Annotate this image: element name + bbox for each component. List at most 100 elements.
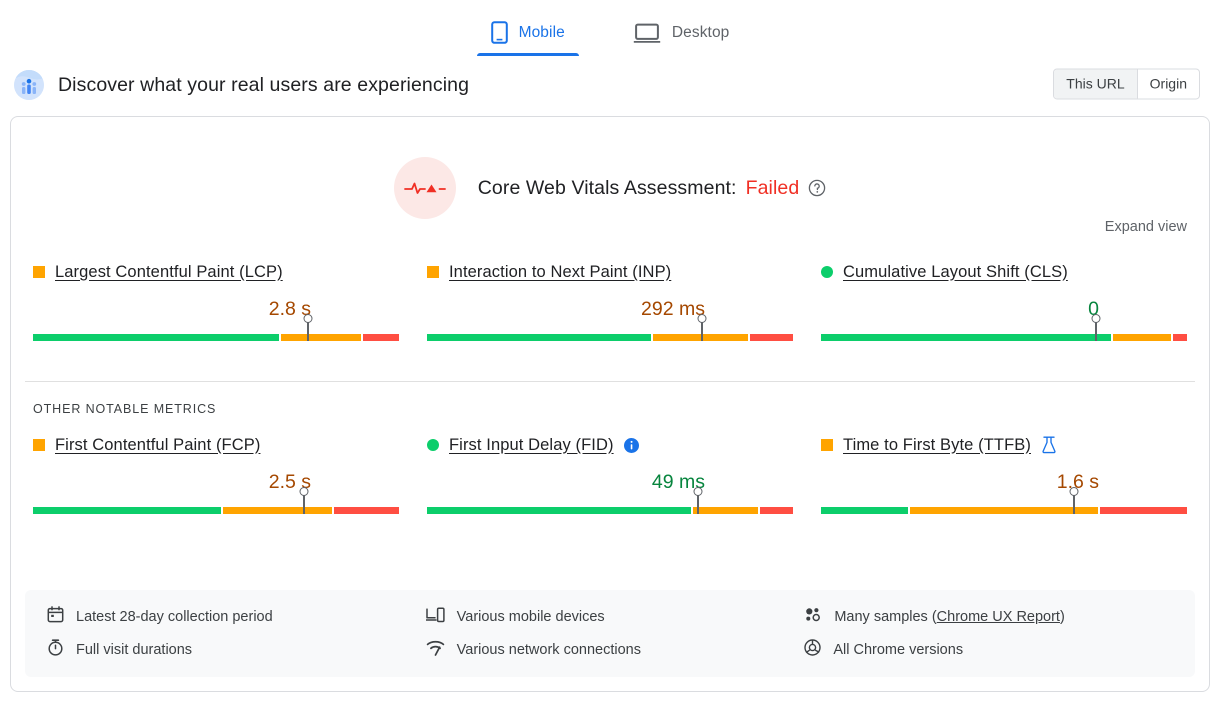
calendar-icon: [47, 606, 64, 627]
bar-segment: [1100, 507, 1187, 514]
metric-distribution-bar: [33, 329, 399, 347]
phone-icon: [491, 21, 508, 44]
discover-header: Discover what your real users are experi…: [0, 56, 1220, 112]
bar-segment: [33, 334, 279, 341]
metric-value: 2.8 s: [33, 298, 399, 321]
metric-fid: First Input Delay (FID) 49 ms: [419, 434, 801, 520]
page-title: Discover what your real users are experi…: [58, 74, 469, 97]
status-badge: Failed: [746, 177, 800, 200]
metric-name-link[interactable]: Largest Contentful Paint (LCP): [55, 263, 283, 282]
needs-improvement-square-icon: [33, 439, 45, 451]
footer-item-label: Many samples (Chrome UX Report): [834, 609, 1064, 625]
chrome-icon: [804, 639, 821, 660]
metric-value: 0: [821, 298, 1187, 321]
pulse-warning-icon: [394, 157, 456, 219]
collection-info-footer: Latest 28-day collection period Various m…: [25, 590, 1195, 677]
metric-lcp: Largest Contentful Paint (LCP) 2.8 s: [25, 261, 407, 347]
metric-value: 292 ms: [427, 298, 793, 321]
tab-mobile[interactable]: Mobile: [477, 21, 579, 56]
scope-origin-button[interactable]: Origin: [1137, 69, 1199, 98]
value-marker-pin: [701, 320, 703, 341]
value-marker-pin: [307, 320, 309, 341]
metric-distribution-bar: [427, 502, 793, 520]
people-icon: [804, 607, 822, 626]
metric-distribution-bar: [821, 329, 1187, 347]
metric-distribution-bar: [33, 502, 399, 520]
bar-segment: [33, 507, 221, 514]
metric-name-link[interactable]: First Contentful Paint (FCP): [55, 436, 260, 455]
metric-header: Cumulative Layout Shift (CLS): [821, 261, 1187, 283]
bar-segment: [223, 507, 332, 514]
metric-fcp: First Contentful Paint (FCP)2.5 s: [25, 434, 407, 520]
assessment-text: Core Web Vitals Assessment: Failed: [478, 177, 827, 200]
metric-inp: Interaction to Next Paint (INP) 292 ms: [419, 261, 801, 347]
bar-segment: [910, 507, 1098, 514]
pass-circle-icon: [427, 439, 439, 451]
pass-circle-icon: [821, 266, 833, 278]
metric-header: First Input Delay (FID): [427, 434, 793, 456]
footer-item: Full visit durations: [47, 639, 416, 660]
metric-name-link[interactable]: Interaction to Next Paint (INP): [449, 263, 671, 282]
footer-item: Latest 28-day collection period: [47, 606, 416, 627]
metric-name-link[interactable]: Cumulative Layout Shift (CLS): [843, 263, 1068, 282]
devices-icon: [426, 607, 445, 627]
help-circle-icon[interactable]: [808, 179, 826, 197]
footer-item: Various network connections: [426, 639, 795, 660]
metric-distribution-bar: [427, 329, 793, 347]
bar-segment: [334, 507, 399, 514]
bar-segment: [760, 507, 793, 514]
tab-desktop-label: Desktop: [672, 24, 730, 42]
footer-item-label: All Chrome versions: [833, 642, 963, 658]
scope-toggle: This URL Origin: [1053, 68, 1200, 99]
tab-mobile-label: Mobile: [519, 24, 565, 42]
device-tabbar: Mobile Desktop: [0, 0, 1220, 56]
bar-segment: [821, 507, 908, 514]
bar-segment: [1173, 334, 1187, 341]
flask-icon[interactable]: [1041, 436, 1057, 454]
bar-segment: [821, 334, 1111, 341]
metric-name-link[interactable]: Time to First Byte (TTFB): [843, 436, 1031, 455]
metric-distribution-bar: [821, 502, 1187, 520]
bar-segment: [427, 507, 691, 514]
metric-value: 49 ms: [427, 471, 793, 494]
footer-item-label: Various network connections: [457, 642, 641, 658]
tab-desktop[interactable]: Desktop: [619, 22, 744, 56]
footer-item-label: Latest 28-day collection period: [76, 609, 273, 625]
network-icon: [426, 640, 445, 660]
metric-ttfb: Time to First Byte (TTFB) 1.6 s: [813, 434, 1195, 520]
metric-header: Time to First Byte (TTFB): [821, 434, 1187, 456]
metric-header: Largest Contentful Paint (LCP): [33, 261, 399, 283]
other-metrics-heading: OTHER NOTABLE METRICS: [11, 382, 1209, 416]
value-marker-pin: [1095, 320, 1097, 341]
footer-item: Various mobile devices: [426, 606, 795, 627]
info-icon[interactable]: [624, 438, 639, 453]
stopwatch-icon: [47, 639, 64, 660]
field-data-card: Core Web Vitals Assessment: Failed Expan…: [10, 116, 1210, 692]
scope-this-url-button[interactable]: This URL: [1054, 69, 1136, 98]
footer-item: All Chrome versions: [804, 639, 1173, 660]
footer-item-label: Various mobile devices: [457, 609, 605, 625]
metric-header: First Contentful Paint (FCP): [33, 434, 399, 456]
core-metrics-grid: Largest Contentful Paint (LCP) 2.8 s Inter…: [11, 261, 1209, 347]
needs-improvement-square-icon: [33, 266, 45, 278]
value-marker-pin: [1073, 493, 1075, 514]
value-marker-pin: [697, 493, 699, 514]
metric-name-link[interactable]: First Input Delay (FID): [449, 436, 614, 455]
needs-improvement-square-icon: [427, 266, 439, 278]
cwv-assessment: Core Web Vitals Assessment: Failed: [11, 117, 1209, 219]
metric-cls: Cumulative Layout Shift (CLS) 0: [813, 261, 1195, 347]
bar-segment: [363, 334, 399, 341]
bar-segment: [1113, 334, 1171, 341]
metric-value: 1.6 s: [821, 471, 1187, 494]
bar-segment: [427, 334, 651, 341]
bar-segment: [693, 507, 758, 514]
needs-improvement-square-icon: [821, 439, 833, 451]
assessment-label: Core Web Vitals Assessment:: [478, 177, 737, 200]
footer-item: Many samples (Chrome UX Report): [804, 606, 1173, 627]
other-metrics-grid: First Contentful Paint (FCP)2.5 sFirst I…: [11, 434, 1209, 520]
value-marker-pin: [303, 493, 305, 514]
bar-segment: [281, 334, 361, 341]
chrome-ux-report-link[interactable]: Chrome UX Report: [937, 609, 1060, 625]
bar-segment: [750, 334, 793, 341]
expand-view-button[interactable]: Expand view: [1105, 219, 1187, 235]
